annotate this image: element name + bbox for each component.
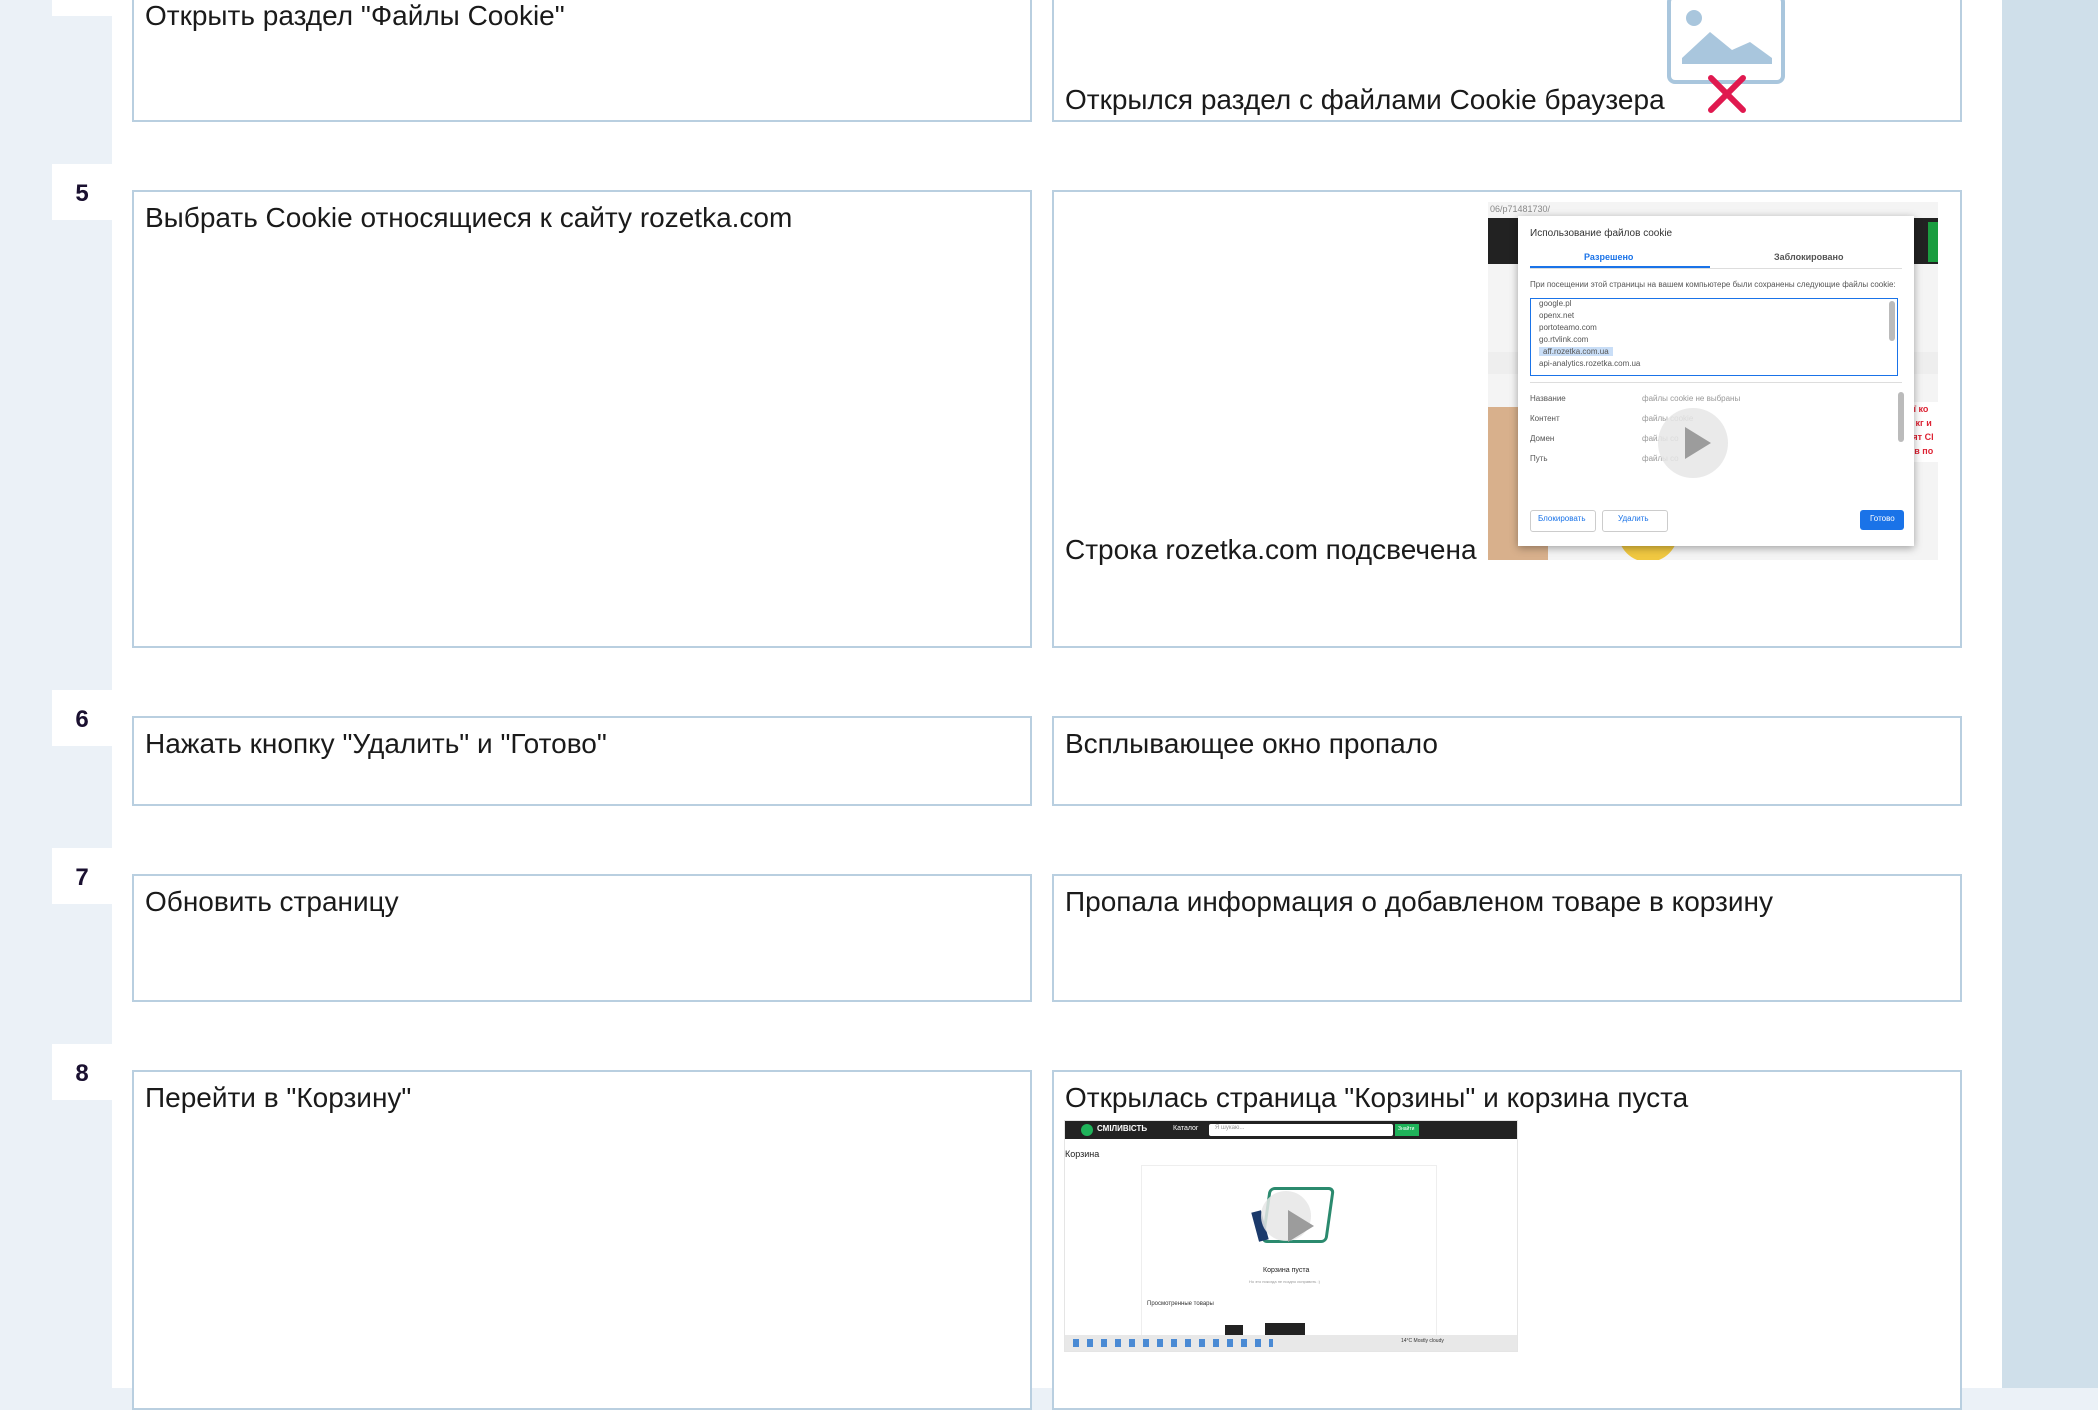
row-number: 8	[52, 1044, 112, 1100]
block-button[interactable]: Блокировать	[1538, 514, 1586, 523]
empty-cart-text: Корзина пуста	[1263, 1267, 1310, 1274]
step-cell: Выбрать Cookie относящиеся к сайту rozet…	[132, 190, 1032, 648]
step-cell: Нажать кнопку "Удалить" и "Готово"	[132, 716, 1032, 806]
step-text: Перейти в "Корзину"	[145, 1082, 412, 1113]
cookie-dialog-screenshot: 06/p71481730/ ої ко 5 кг и тят Cl г в по…	[1488, 202, 1938, 560]
site-item[interactable]: portoteamo.com	[1539, 323, 1597, 332]
result-text: Строка rozetka.com подсвечена	[1065, 534, 1477, 565]
tab-blocked[interactable]: Заблокировано	[1774, 252, 1843, 262]
row-number: 7	[52, 848, 112, 904]
site-item[interactable]: google.pl	[1539, 299, 1571, 308]
row-number: 6	[52, 690, 112, 746]
field-label: Название	[1530, 394, 1566, 403]
site-item[interactable]: api-analytics.rozetka.com.ua	[1539, 359, 1640, 368]
step-text: Выбрать Cookie относящиеся к сайту rozet…	[145, 202, 793, 233]
site-item[interactable]: openx.net	[1539, 311, 1574, 320]
row-number: 5	[52, 164, 112, 220]
result-text: Открылась страница "Корзины" и корзина п…	[1065, 1082, 1689, 1113]
search-button[interactable]: Знайти	[1398, 1126, 1414, 1132]
field-label: Домен	[1530, 434, 1555, 443]
site-item[interactable]: go.rtvlink.com	[1539, 335, 1588, 344]
step-cell: Перейти в "Корзину"	[132, 1070, 1032, 1410]
site-item-selected[interactable]: aff.rozetka.com.ua	[1539, 347, 1613, 356]
catalog-button[interactable]: Каталог	[1173, 1125, 1198, 1132]
step-text: Нажать кнопку "Удалить" и "Готово"	[145, 728, 607, 759]
result-cell: Пропала информация о добавленом товаре в…	[1052, 874, 1962, 1002]
cart-screenshot: СМІЛИВІСТЬ Каталог Я шукаю... Знайти Кор…	[1064, 1120, 1518, 1352]
result-cell: Всплывающее окно пропало	[1052, 716, 1962, 806]
dialog-hint: При посещении этой страницы на вашем ком…	[1530, 280, 1896, 289]
empty-cart-subtext: Но это никогда не поздно исправить :)	[1249, 1279, 1320, 1284]
brand-logo: СМІЛИВІСТЬ	[1097, 1124, 1148, 1133]
done-button[interactable]: Готово	[1870, 514, 1895, 523]
tab-allowed[interactable]: Разрешено	[1584, 252, 1633, 262]
step-text: Обновить страницу	[145, 886, 399, 917]
broken-image-icon	[1667, 0, 1785, 113]
search-input[interactable]: Я шукаю...	[1215, 1125, 1244, 1131]
result-text: Пропала информация о добавленом товаре в…	[1065, 886, 1773, 917]
cart-page-title: Корзина	[1065, 1149, 1100, 1159]
play-icon[interactable]	[1261, 1191, 1314, 1242]
url-text: 06/p71481730/	[1490, 204, 1551, 214]
field-label: Контент	[1530, 414, 1560, 423]
result-text: Открылся раздел с файлами Cookie браузер…	[1065, 84, 1665, 115]
step-text: Открыть раздел "Файлы Cookie"	[145, 0, 565, 31]
result-text: Всплывающее окно пропало	[1065, 728, 1438, 759]
play-icon[interactable]	[1658, 408, 1728, 478]
field-label: Путь	[1530, 454, 1548, 463]
step-cell: Открыть раздел "Файлы Cookie"	[132, 0, 1032, 122]
delete-button[interactable]: Удалить	[1618, 514, 1649, 523]
field-value: файлы cookie не выбраны	[1642, 394, 1741, 403]
viewed-products-title: Просмотренные товары	[1147, 1301, 1214, 1307]
row-number	[52, 0, 112, 16]
result-cell: Открылся раздел с файлами Cookie браузер…	[1052, 0, 1962, 122]
dialog-title: Использование файлов cookie	[1530, 228, 1673, 239]
taskbar-weather: 14°C Mostly cloudy	[1401, 1338, 1444, 1344]
right-scroll-gutter	[2002, 0, 2098, 1388]
step-cell: Обновить страницу	[132, 874, 1032, 1002]
